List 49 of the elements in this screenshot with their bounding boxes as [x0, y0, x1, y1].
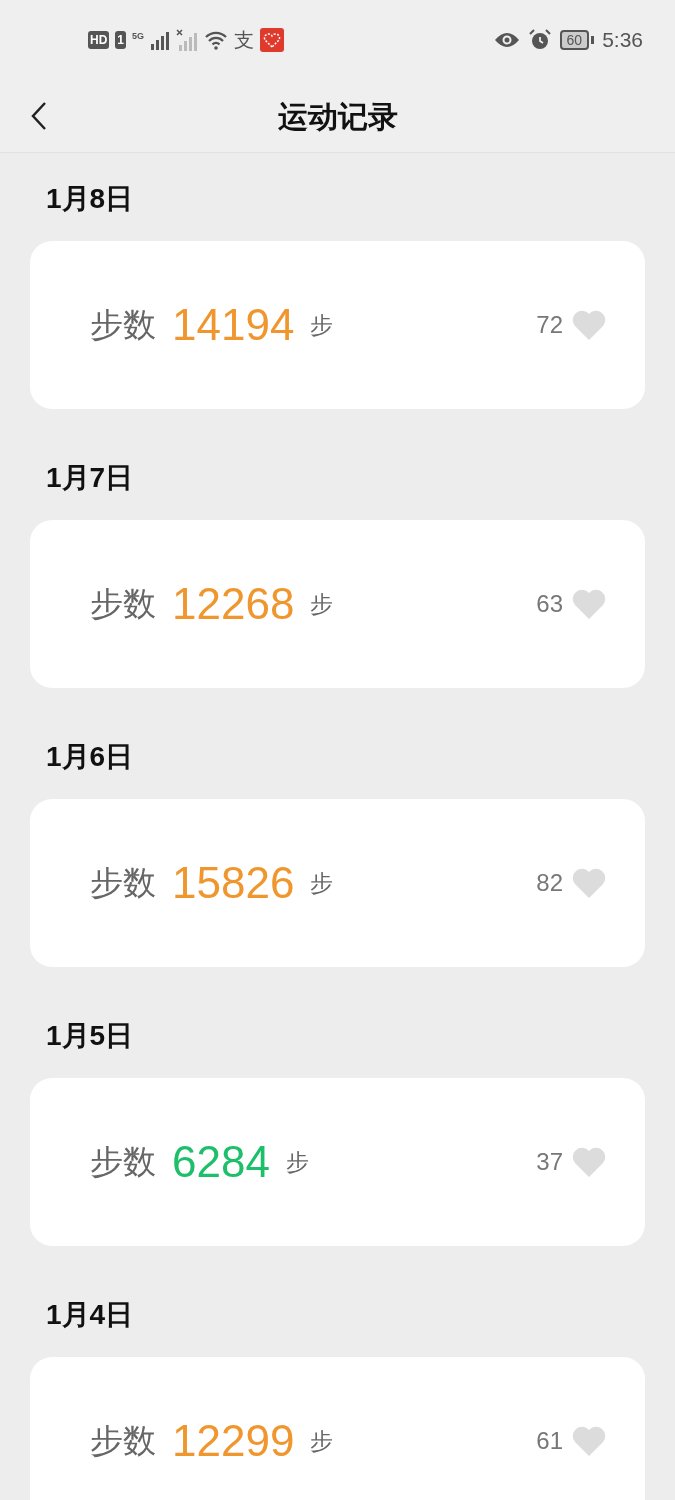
app-glyph: 支 — [234, 30, 255, 50]
date-heading: 1月6日 — [46, 740, 134, 774]
steps-value: 6284 — [172, 1136, 270, 1188]
steps-value: 15826 — [172, 857, 295, 909]
like-count: 63 — [536, 589, 563, 619]
date-heading: 1月4日 — [46, 1298, 134, 1332]
steps-unit: 步 — [310, 310, 334, 340]
steps-label: 步数 — [90, 305, 156, 346]
like-count: 37 — [536, 1147, 563, 1177]
date-heading: 1月5日 — [46, 1019, 134, 1053]
steps-value: 12268 — [172, 578, 295, 630]
like-count: 82 — [536, 868, 563, 898]
heart-icon[interactable] — [571, 1425, 607, 1457]
wifi-icon — [204, 30, 229, 50]
steps-label: 步数 — [90, 1142, 156, 1183]
heart-icon[interactable] — [571, 1146, 607, 1178]
clock: 5:36 — [602, 27, 643, 54]
steps-card[interactable]: 步数 12268 步 63 — [30, 520, 645, 688]
steps-value: 14194 — [172, 299, 295, 351]
like-count: 61 — [536, 1426, 563, 1456]
steps-value: 12299 — [172, 1415, 295, 1467]
network-label: 5G — [132, 30, 145, 43]
steps-card[interactable]: 步数 15826 步 82 — [30, 799, 645, 967]
alarm-icon — [527, 28, 552, 52]
steps-unit: 步 — [285, 1147, 309, 1177]
no-signal-icon — [176, 29, 199, 51]
heart-icon[interactable] — [571, 309, 607, 341]
back-icon — [31, 101, 47, 131]
eye-icon — [493, 31, 520, 49]
hd-badge: HD — [88, 31, 110, 49]
steps-card[interactable]: 步数 12299 步 61 — [30, 1357, 645, 1500]
steps-unit: 步 — [310, 1426, 334, 1456]
steps-card[interactable]: 步数 14194 步 72 — [30, 241, 645, 409]
sim-badge: 1 — [115, 31, 127, 49]
steps-label: 步数 — [90, 584, 156, 625]
signal-icon — [150, 30, 171, 50]
heart-icon[interactable] — [571, 867, 607, 899]
like-count: 72 — [536, 310, 563, 340]
page-title: 运动记录 — [277, 98, 398, 135]
date-heading: 1月7日 — [46, 461, 134, 495]
heart-app-icon — [260, 28, 285, 52]
steps-unit: 步 — [310, 868, 334, 898]
heart-icon[interactable] — [571, 588, 607, 620]
steps-label: 步数 — [90, 1421, 156, 1462]
date-heading: 1月8日 — [46, 182, 134, 216]
steps-unit: 步 — [310, 589, 334, 619]
steps-card[interactable]: 步数 6284 步 37 — [30, 1078, 645, 1246]
battery-level: 60 — [559, 30, 590, 50]
steps-label: 步数 — [90, 863, 156, 904]
